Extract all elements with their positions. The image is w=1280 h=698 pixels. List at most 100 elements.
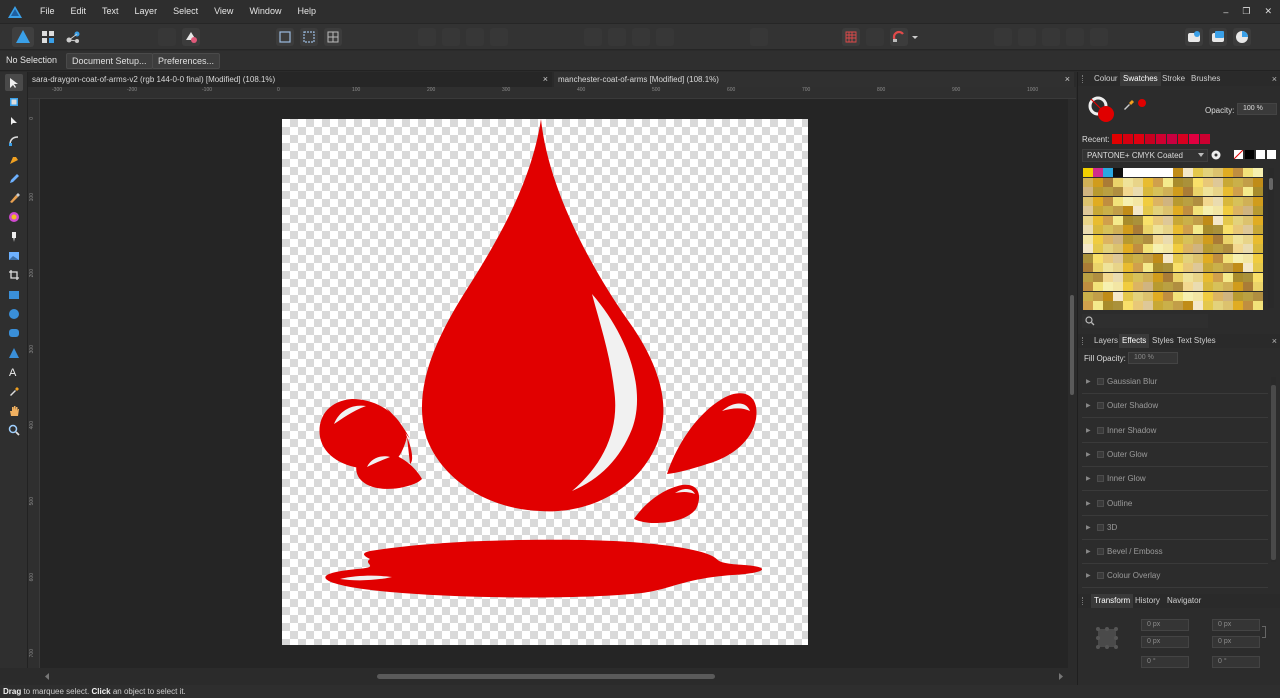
- swatch[interactable]: [1143, 282, 1153, 291]
- swatch[interactable]: [1233, 196, 1243, 206]
- affinity-designer-logo-icon[interactable]: [0, 0, 30, 23]
- swatch[interactable]: [1103, 301, 1113, 310]
- effect-checkbox[interactable]: [1097, 426, 1104, 434]
- swatch[interactable]: [1233, 206, 1243, 215]
- swatch[interactable]: [1153, 225, 1163, 234]
- swatch[interactable]: [1123, 215, 1133, 225]
- tab-text-styles[interactable]: Text Styles: [1174, 334, 1219, 348]
- swatch-grid[interactable]: [1083, 168, 1263, 310]
- swatch[interactable]: [1123, 196, 1133, 206]
- swatch[interactable]: [1123, 263, 1133, 272]
- swatch[interactable]: [1243, 244, 1253, 253]
- swatch[interactable]: [1153, 215, 1163, 225]
- swatch[interactable]: [1133, 253, 1143, 263]
- swatch[interactable]: [1213, 177, 1223, 187]
- swatch[interactable]: [1163, 206, 1173, 215]
- swatch[interactable]: [1103, 215, 1113, 225]
- swatch[interactable]: [1093, 225, 1103, 234]
- swatch[interactable]: [1223, 301, 1233, 310]
- swatch[interactable]: [1253, 215, 1263, 225]
- swatch[interactable]: [1183, 291, 1193, 301]
- swatch[interactable]: [1083, 244, 1093, 253]
- swatch[interactable]: [1113, 291, 1123, 301]
- swatch[interactable]: [1233, 168, 1243, 177]
- minimize-icon[interactable]: –: [1223, 7, 1228, 17]
- swatch[interactable]: [1143, 244, 1153, 253]
- swatch[interactable]: [1123, 291, 1133, 301]
- effect-row-outline[interactable]: ▶ Outline: [1082, 492, 1268, 516]
- swatch[interactable]: [1083, 206, 1093, 215]
- designer-persona-icon[interactable]: [12, 27, 34, 47]
- swatch[interactable]: [1223, 253, 1233, 263]
- swatch[interactable]: [1133, 187, 1143, 196]
- place-image-tool-icon[interactable]: [5, 247, 23, 264]
- vector-brush-tool-icon[interactable]: [5, 189, 23, 206]
- swatch[interactable]: [1193, 168, 1203, 177]
- tab-sara-draygon[interactable]: sara-draygon-coat-of-arms-v2 (rgb 144-0-…: [28, 72, 552, 87]
- eyedropper-icon[interactable]: [1123, 98, 1135, 112]
- swatch[interactable]: [1183, 263, 1193, 272]
- white-swatch[interactable]: [1256, 150, 1265, 159]
- swatch[interactable]: [1133, 177, 1143, 187]
- swatch[interactable]: [1173, 196, 1183, 206]
- swatch[interactable]: [1153, 234, 1163, 244]
- swatch[interactable]: [1243, 301, 1253, 310]
- text-tool-icon[interactable]: A: [5, 363, 23, 380]
- swatch[interactable]: [1253, 282, 1263, 291]
- rotate-left-icon[interactable]: [632, 28, 650, 46]
- effect-checkbox[interactable]: [1097, 475, 1104, 483]
- swatch[interactable]: [1223, 225, 1233, 234]
- swatch[interactable]: [1223, 196, 1233, 206]
- swatch[interactable]: [1213, 215, 1223, 225]
- swatch[interactable]: [1083, 187, 1093, 196]
- swatch[interactable]: [1243, 187, 1253, 196]
- effect-checkbox[interactable]: [1097, 499, 1104, 507]
- swatch[interactable]: [1183, 196, 1193, 206]
- transparency-tool-icon[interactable]: [5, 228, 23, 245]
- swatch[interactable]: [1253, 253, 1263, 263]
- swatch[interactable]: [1203, 263, 1213, 272]
- black-swatch[interactable]: [1245, 150, 1254, 159]
- swatch[interactable]: [1223, 244, 1233, 253]
- effect-checkbox[interactable]: [1097, 402, 1104, 410]
- swatch[interactable]: [1183, 272, 1193, 282]
- tab-brushes[interactable]: Brushes: [1188, 72, 1223, 86]
- bring-front-icon[interactable]: [466, 28, 484, 46]
- swatch[interactable]: [1093, 301, 1103, 310]
- swatch[interactable]: [1173, 301, 1183, 310]
- swatch[interactable]: [1153, 253, 1163, 263]
- snap-bounds-icon[interactable]: [300, 28, 318, 46]
- swatch[interactable]: [1223, 168, 1233, 177]
- shear-field[interactable]: 0 °: [1212, 656, 1260, 668]
- expand-arrow-icon[interactable]: ▶: [1086, 378, 1091, 385]
- recent-swatch[interactable]: [1178, 134, 1188, 144]
- swatch[interactable]: [1113, 206, 1123, 215]
- menu-file[interactable]: File: [32, 0, 63, 23]
- insert-top-icon[interactable]: [1233, 28, 1251, 46]
- swatch[interactable]: [1213, 291, 1223, 301]
- swatch[interactable]: [1173, 168, 1183, 177]
- swatch[interactable]: [1203, 291, 1213, 301]
- effect-checkbox[interactable]: [1097, 523, 1104, 531]
- expand-arrow-icon[interactable]: ▶: [1086, 524, 1091, 531]
- swatch[interactable]: [1123, 253, 1133, 263]
- corner-tool-icon[interactable]: [5, 132, 23, 149]
- swatch[interactable]: [1233, 177, 1243, 187]
- swatch[interactable]: [1183, 206, 1193, 215]
- close-tab-icon[interactable]: ×: [1065, 72, 1070, 87]
- swatch[interactable]: [1193, 263, 1203, 272]
- swatch[interactable]: [1143, 196, 1153, 206]
- assistant-icon[interactable]: [182, 28, 200, 46]
- swatch[interactable]: [1093, 206, 1103, 215]
- swatch[interactable]: [1093, 187, 1103, 196]
- move-back-icon[interactable]: [418, 28, 436, 46]
- swatch[interactable]: [1173, 253, 1183, 263]
- menu-window[interactable]: Window: [241, 0, 289, 23]
- swatch[interactable]: [1173, 244, 1183, 253]
- height-field[interactable]: 0 px: [1212, 636, 1260, 648]
- move-forward-icon[interactable]: [442, 28, 460, 46]
- swatch[interactable]: [1113, 282, 1123, 291]
- swatch[interactable]: [1133, 301, 1143, 310]
- swatch[interactable]: [1243, 282, 1253, 291]
- fill-tool-icon[interactable]: [5, 208, 23, 225]
